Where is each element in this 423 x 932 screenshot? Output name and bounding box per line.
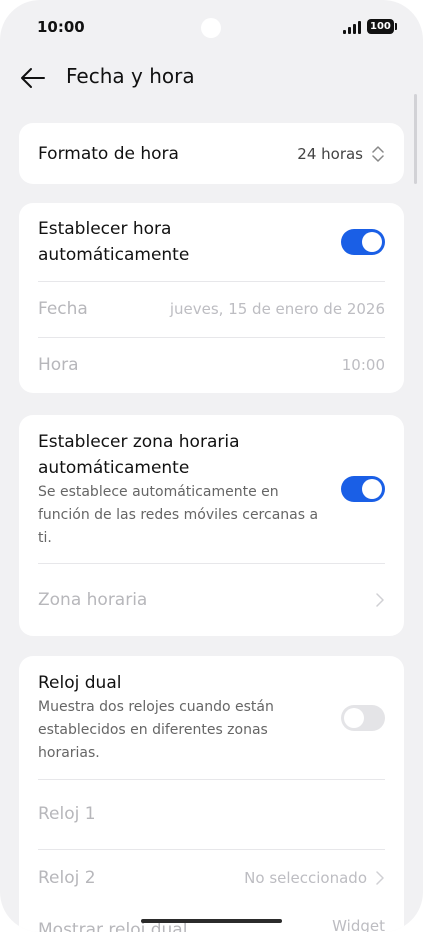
time-format-row[interactable]: Formato de hora 24 horas	[19, 123, 404, 184]
camera-cutout	[201, 18, 221, 38]
time-value: 10:00	[341, 356, 385, 374]
app-bar: Fecha y hora	[0, 58, 423, 98]
dual-clock-card: Reloj dual Muestra dos relojes cuando es…	[19, 656, 404, 932]
time-label: Hora	[38, 355, 79, 375]
dual-clock-description: Muestra dos relojes cuando están estable…	[38, 699, 274, 761]
clock2-label: Reloj 2	[38, 868, 96, 888]
toggle-knob	[362, 479, 382, 499]
back-arrow-icon[interactable]	[19, 64, 47, 92]
home-indicator[interactable]	[141, 919, 282, 923]
time-format-value: 24 horas	[297, 144, 363, 163]
auto-zone-card: Establecer zona horaria automáticamente …	[19, 415, 404, 636]
battery-icon: 100	[367, 19, 397, 34]
clock2-row: Reloj 2 No seleccionado	[19, 849, 404, 907]
auto-zone-row[interactable]: Establecer zona horaria automáticamente …	[19, 415, 404, 563]
auto-zone-toggle[interactable]	[341, 476, 385, 502]
auto-zone-description: Se establece automáticamente en función …	[38, 483, 319, 546]
time-zone-label: Zona horaria	[38, 589, 148, 610]
date-value: jueves, 15 de enero de 2026	[169, 300, 385, 318]
auto-time-card: Establecer hora automáticamente Fecha ju…	[19, 203, 404, 393]
auto-zone-text: Establecer zona horaria automáticamente …	[38, 429, 323, 550]
status-bar: 10:00 100	[0, 0, 423, 56]
time-row: Hora 10:00	[19, 337, 404, 393]
page-title: Fecha y hora	[66, 64, 195, 88]
scrollbar[interactable]	[414, 94, 417, 184]
auto-time-row[interactable]: Establecer hora automáticamente	[19, 203, 404, 281]
toggle-knob	[344, 707, 364, 728]
dual-clock-text: Reloj dual Muestra dos relojes cuando es…	[38, 670, 323, 765]
status-time: 10:00	[37, 18, 85, 36]
phone-screen: 10:00 100 Fecha y hora Formato de hora 2…	[0, 0, 423, 932]
clock2-value: No seleccionado	[244, 869, 367, 887]
date-label: Fecha	[38, 299, 88, 319]
chevron-right-icon	[376, 592, 384, 607]
clock1-label: Reloj 1	[38, 804, 96, 824]
time-zone-row: Zona horaria	[19, 563, 404, 636]
auto-time-toggle[interactable]	[341, 229, 385, 255]
auto-time-label: Establecer hora automáticamente	[38, 219, 190, 265]
show-dual-value: Widget	[332, 917, 385, 932]
time-format-card: Formato de hora 24 horas	[19, 123, 404, 184]
time-format-label: Formato de hora	[38, 143, 179, 164]
auto-zone-label: Establecer zona horaria automáticamente	[38, 431, 240, 478]
dual-clock-row[interactable]: Reloj dual Muestra dos relojes cuando es…	[19, 656, 404, 779]
dual-clock-toggle[interactable]	[341, 704, 385, 731]
date-row: Fecha jueves, 15 de enero de 2026	[19, 281, 404, 337]
dual-clock-label: Reloj dual	[38, 673, 122, 693]
signal-icon	[343, 20, 361, 34]
up-down-chevron-icon	[372, 145, 384, 162]
chevron-right-icon	[376, 871, 384, 885]
clock1-row: Reloj 1	[19, 779, 404, 849]
toggle-knob	[362, 232, 382, 252]
